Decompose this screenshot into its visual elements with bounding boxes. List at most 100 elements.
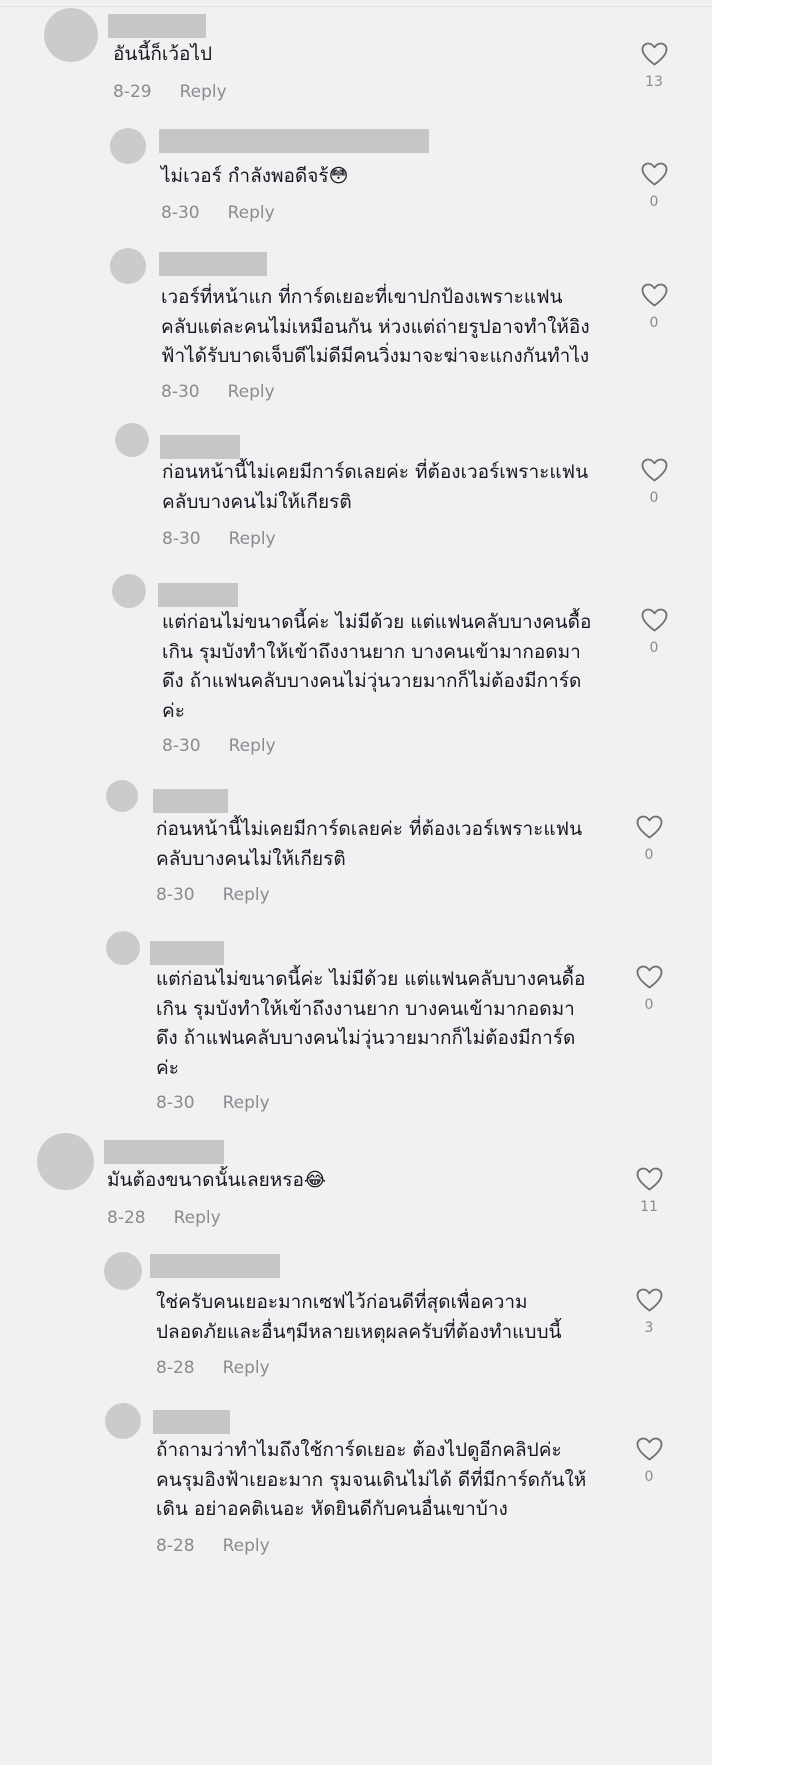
heart-icon[interactable] xyxy=(636,815,663,840)
comment-text-line: คลับบางคนไม่ให้เกียรติ xyxy=(162,490,352,513)
like-count: 0 xyxy=(649,640,659,656)
comment-date: 8-28 xyxy=(156,1536,195,1556)
comment-meta: 8-30 Reply xyxy=(156,1093,270,1113)
comment-text-line: ค่ะ xyxy=(162,699,185,722)
like-control: 0 xyxy=(634,283,674,331)
avatar[interactable] xyxy=(112,574,146,608)
comment-text: ก่อนหน้านี้ไม่เคยมีการ์ดเลยค่ะ ที่ต้องเว… xyxy=(156,815,582,874)
reply-button[interactable]: Reply xyxy=(180,82,227,102)
avatar[interactable] xyxy=(44,8,98,62)
like-count: 0 xyxy=(644,847,654,863)
comment-text: เวอร์ที่หน้าแก ที่การ์ดเยอะที่เขาปกป้องเ… xyxy=(161,283,590,372)
heart-icon[interactable] xyxy=(636,1437,663,1462)
comment-date: 8-30 xyxy=(162,736,201,756)
avatar[interactable] xyxy=(110,248,146,284)
comment-meta: 8-30 Reply xyxy=(156,885,270,905)
reply-button[interactable]: Reply xyxy=(223,885,270,905)
username-redacted[interactable] xyxy=(158,583,238,607)
username-redacted[interactable] xyxy=(160,435,240,459)
comment-date: 8-29 xyxy=(113,82,152,102)
avatar[interactable] xyxy=(106,931,140,965)
avatar[interactable] xyxy=(105,1403,141,1439)
like-control: 0 xyxy=(629,815,669,863)
reply-button[interactable]: Reply xyxy=(223,1093,270,1113)
comment-text-line: ปลอดภัยและอื่นๆมีหลายเหตุผลครับที่ต้องทำ… xyxy=(156,1320,562,1343)
comment-text-line: ฟ้าได้รับบาดเจ็บดีไม่ดีมีคนวิ่งมาจะฆ่าจะ… xyxy=(161,345,590,367)
username-redacted[interactable] xyxy=(104,1140,224,1164)
username-redacted[interactable] xyxy=(153,1410,230,1434)
avatar[interactable] xyxy=(37,1133,94,1190)
like-count: 0 xyxy=(644,1469,654,1485)
reply-button[interactable]: Reply xyxy=(223,1536,270,1556)
comment-text-line: เดิน อย่าอคติเนอะ หัดยินดีกับคนอื่นเขาบ้… xyxy=(156,1498,508,1520)
comment-text-line: ก่อนหน้านี้ไม่เคยมีการ์ดเลยค่ะ ที่ต้องเว… xyxy=(162,461,589,483)
like-control: 13 xyxy=(634,42,674,90)
comment-meta: 8-30 Reply xyxy=(161,382,275,402)
comment-text-line: เกิน รุมบังทำให้เข้าถึงงานยาก บางคนเข้าม… xyxy=(162,640,581,663)
comment-meta: 8-28 Reply xyxy=(156,1358,270,1378)
heart-icon[interactable] xyxy=(641,283,668,308)
comment-text-line: ก่อนหน้านี้ไม่เคยมีการ์ดเลยค่ะ ที่ต้องเว… xyxy=(156,818,583,840)
like-control: 3 xyxy=(629,1288,669,1336)
comment-date: 8-30 xyxy=(156,885,195,905)
username-redacted[interactable] xyxy=(108,14,206,38)
comment-text-line: เกิน รุมบังทำให้เข้าถึงงานยาก บางคนเข้าม… xyxy=(156,997,575,1020)
like-control: 11 xyxy=(629,1167,669,1215)
emoji: 😂 xyxy=(303,1169,327,1191)
avatar[interactable] xyxy=(110,128,146,164)
username-redacted[interactable] xyxy=(159,252,267,276)
comment-thread: อันนี้ก็เว้อไป 8-29 Reply 13 ไม่เวอร์ กำลังพ… xyxy=(0,0,712,1765)
heart-icon[interactable] xyxy=(641,42,668,67)
comment-text-line: แต่ก่อนไม่ขนาดนี้ค่ะ ไม่มีด้วย แต่แฟนคลั… xyxy=(156,968,586,990)
like-count: 0 xyxy=(649,490,659,506)
comment-text: อันนี้ก็เว้อไป xyxy=(113,40,212,70)
username-redacted[interactable] xyxy=(150,941,224,965)
comment-meta: 8-30 Reply xyxy=(161,203,275,223)
comment-text-line: ดึง ถ้าแฟนคลับบางคนไม่วุ่นวายมากก็ไม่ต้อ… xyxy=(156,1027,576,1049)
emoji: 😳 xyxy=(328,165,349,187)
comment-date: 8-30 xyxy=(161,382,200,402)
heart-icon[interactable] xyxy=(641,458,668,483)
comment-text-line: อันนี้ก็เว้อไป xyxy=(113,43,213,65)
reply-button[interactable]: Reply xyxy=(229,736,276,756)
comment-meta: 8-28 Reply xyxy=(107,1208,221,1228)
like-count: 3 xyxy=(644,1320,654,1336)
reply-button[interactable]: Reply xyxy=(223,1358,270,1378)
username-redacted[interactable] xyxy=(150,1254,280,1278)
divider xyxy=(0,6,712,7)
reply-button[interactable]: Reply xyxy=(174,1208,221,1228)
avatar[interactable] xyxy=(115,423,149,457)
like-control: 0 xyxy=(629,1437,669,1485)
comment-text-line: คลับแต่ละคนไม่เหมือนกัน ห่วงแต่ถ่ายรูปอา… xyxy=(161,315,590,338)
avatar[interactable] xyxy=(104,1252,142,1290)
username-redacted[interactable] xyxy=(159,129,429,153)
comment-text: ก่อนหน้านี้ไม่เคยมีการ์ดเลยค่ะ ที่ต้องเว… xyxy=(162,458,588,517)
like-control: 0 xyxy=(629,965,669,1013)
comment-text-line: ค่ะ xyxy=(156,1056,179,1079)
heart-icon[interactable] xyxy=(641,608,668,633)
comment-text-line: มันต้องขนาดนั้นเลยหรอ😂 xyxy=(107,1169,327,1191)
heart-icon[interactable] xyxy=(636,1288,663,1313)
comment-meta: 8-30 Reply xyxy=(162,529,276,549)
avatar[interactable] xyxy=(106,780,138,812)
like-count: 0 xyxy=(649,194,659,210)
comment-text: มันต้องขนาดนั้นเลยหรอ😂 xyxy=(107,1166,326,1196)
heart-icon[interactable] xyxy=(641,162,668,187)
comment-date: 8-28 xyxy=(156,1358,195,1378)
username-redacted[interactable] xyxy=(153,789,228,813)
reply-button[interactable]: Reply xyxy=(228,382,275,402)
like-count: 0 xyxy=(644,997,654,1013)
comment-text-line: ไม่เวอร์ กำลังพอดีจร้😳 xyxy=(161,165,349,187)
reply-button[interactable]: Reply xyxy=(229,529,276,549)
comment-text-line: คนรุมอิงฟ้าเยอะมาก รุมจนเดินไม่ได้ ดีที่… xyxy=(156,1468,587,1491)
comment-date: 8-30 xyxy=(161,203,200,223)
heart-icon[interactable] xyxy=(636,965,663,990)
comment-text: ถ้าถามว่าทำไมถึงใช้การ์ดเยอะ ต้องไปดูอีก… xyxy=(156,1436,586,1525)
comment-text-line: ใช่ครับคนเยอะมากเซฟไว้ก่อนดีที่สุดเพื่อค… xyxy=(156,1291,528,1313)
heart-icon[interactable] xyxy=(636,1167,663,1192)
comment-date: 8-28 xyxy=(107,1208,146,1228)
comment-meta: 8-30 Reply xyxy=(162,736,276,756)
like-count: 13 xyxy=(645,74,663,90)
like-control: 0 xyxy=(634,162,674,210)
reply-button[interactable]: Reply xyxy=(228,203,275,223)
